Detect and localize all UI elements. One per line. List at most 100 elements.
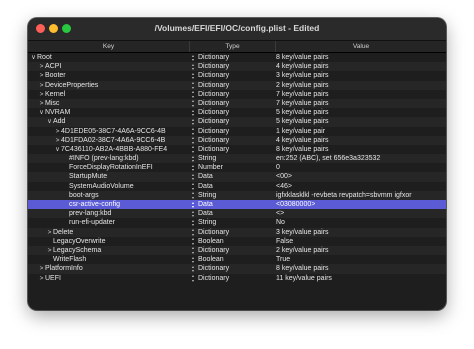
type-cell[interactable]: ▲▼ Boolean [190,237,274,246]
value-cell[interactable]: 8 key/value pairs [276,145,446,154]
table-row[interactable]: ∨7C436110-AB2A-4BBB-A880-FE4 ▲▼ Dictionary… [28,145,446,154]
key-cell[interactable]: > PlatformInfo [28,264,198,273]
key-cell[interactable]: ∨NVRAM [28,108,198,117]
key-cell[interactable]: > LegacySchema [28,246,206,255]
key-cell[interactable]: >4D1FDA02-38C7-4A6A-9CC6-4B [28,136,214,145]
key-cell[interactable]: >4D1EDE05-38C7-4A6A-9CC6-4B [28,127,214,136]
chevron-down-icon[interactable]: ∨ [46,117,53,126]
chevron-right-icon[interactable]: > [54,127,61,136]
table-row[interactable]: >4D1FDA02-38C7-4A6A-9CC6-4B ▲▼ Dictionary 4… [28,135,446,145]
table-row[interactable]: StartupMute ▲▼ Data <00> [28,172,446,182]
up-down-stepper-icon[interactable]: ▲▼ [190,72,196,81]
value-cell[interactable]: 5 key/value pairs [276,117,446,126]
table-row[interactable]: ∨Root ▲▼ Dictionary 8 key/value pairs [28,53,446,63]
type-cell[interactable]: ▲▼ Dictionary [190,81,274,90]
up-down-stepper-icon[interactable]: ▲▼ [190,99,196,108]
up-down-stepper-icon[interactable]: ▲▼ [190,191,196,200]
value-cell[interactable]: 0 [276,163,446,172]
type-cell[interactable]: ▲▼ Dictionary [190,264,274,274]
type-cell[interactable]: ▲▼ String [190,154,274,164]
up-down-stepper-icon[interactable]: ▲▼ [190,155,196,164]
value-cell[interactable]: 7 key/value pairs [276,99,446,108]
type-cell[interactable]: ▲▼ Dictionary [190,127,274,136]
table-row[interactable]: > Delete ▲▼ Dictionary 3 key/value pairs [28,227,446,237]
up-down-stepper-icon[interactable]: ▲▼ [190,118,196,127]
type-cell[interactable]: ▲▼ Data [190,172,274,182]
key-cell[interactable]: > Misc [28,99,198,108]
type-cell[interactable]: ▲▼ String [190,218,274,228]
type-cell[interactable]: ▲▼ Boolean [190,255,274,265]
type-cell[interactable]: ▲▼ Dictionary [190,228,274,237]
key-cell[interactable]: ∨Add [28,117,206,126]
value-cell[interactable]: 1 key/value pair [276,127,446,136]
chevron-down-icon[interactable]: ∨ [30,53,37,62]
value-cell[interactable]: 2 key/value pairs [276,246,446,255]
value-cell[interactable]: 2 key/value pairs [276,81,446,90]
type-cell[interactable]: ▲▼ Dictionary [190,108,274,118]
type-cell[interactable]: ▲▼ Number [190,163,274,173]
chevron-down-icon[interactable]: ∨ [38,108,45,117]
type-cell[interactable]: ▲▼ Dictionary [190,62,274,72]
table-row[interactable]: SystemAudioVolume ▲▼ Data <46> [28,182,446,191]
value-cell[interactable]: 4 key/value pairs [276,62,446,71]
chevron-down-icon[interactable]: ∨ [54,145,61,154]
chevron-right-icon[interactable]: > [46,246,53,255]
up-down-stepper-icon[interactable]: ▲▼ [190,237,196,246]
up-down-stepper-icon[interactable]: ▲▼ [190,63,196,72]
value-cell[interactable]: igfxklasklkl -revbeta revpatch=sbvmm igf… [276,191,446,200]
table-row[interactable]: > ACPI ▲▼ Dictionary 4 key/value pairs [28,62,446,72]
table-row[interactable]: > Misc ▲▼ Dictionary 7 key/value pairs [28,98,446,109]
key-cell[interactable]: ∨Root [28,53,190,62]
value-cell[interactable]: 11 key/value pairs [276,274,446,283]
type-cell[interactable]: ▲▼ Dictionary [190,53,274,63]
type-cell[interactable]: ▲▼ Dictionary [190,246,274,255]
key-cell[interactable]: LegacyOverwrite [28,237,206,246]
key-cell[interactable]: > Booter [28,71,198,80]
value-cell[interactable]: <03080000> [276,200,446,209]
type-cell[interactable]: ▲▼ Dictionary [190,145,274,154]
chevron-right-icon[interactable]: > [54,136,61,145]
key-cell[interactable]: > ACPI [28,62,198,71]
table-row[interactable]: > Kernel ▲▼ Dictionary 7 key/value pairs [28,90,446,99]
up-down-stepper-icon[interactable]: ▲▼ [190,173,196,182]
up-down-stepper-icon[interactable]: ▲▼ [190,219,196,228]
value-cell[interactable]: 3 key/value pairs [276,71,446,80]
type-cell[interactable]: ▲▼ Data [190,209,274,219]
value-cell[interactable]: <> [276,209,446,218]
chevron-right-icon[interactable]: > [38,90,45,99]
up-down-stepper-icon[interactable]: ▲▼ [190,164,196,173]
key-cell[interactable]: > DeviceProperties [28,81,198,90]
table-row[interactable]: run-efi-updater ▲▼ String No [28,218,446,228]
column-header-type[interactable]: Type [190,41,276,52]
value-cell[interactable]: 8 key/value pairs [276,53,446,62]
table-row[interactable]: boot-args ▲▼ String igfxklasklkl -revbeta r… [28,190,446,200]
up-down-stepper-icon[interactable]: ▲▼ [190,127,196,136]
table-row[interactable]: prev-lang:kbd ▲▼ Data <> [28,209,446,219]
chevron-right-icon[interactable]: > [38,62,45,71]
value-cell[interactable]: 8 key/value pairs [276,264,446,273]
value-cell[interactable]: False [276,237,446,246]
type-cell[interactable]: ▲▼ Dictionary [190,90,274,99]
table-row[interactable]: > DeviceProperties ▲▼ Dictionary 2 key/value… [28,80,446,90]
type-cell[interactable]: ▲▼ Dictionary [190,274,274,283]
column-header-value[interactable]: Value [276,41,446,52]
type-cell[interactable]: ▲▼ Dictionary [190,71,274,81]
type-cell[interactable]: ▲▼ Dictionary [190,117,274,127]
table-row[interactable]: ∨NVRAM ▲▼ Dictionary 5 key/value pairs [28,108,446,118]
type-cell[interactable]: ▲▼ Dictionary [190,136,274,145]
key-cell[interactable]: > UEFI [28,274,198,283]
table-row[interactable]: #INFO (prev-lang:kbd) ▲▼ String en:252 (ABC… [28,154,446,164]
value-cell[interactable]: 4 key/value pairs [276,136,446,145]
up-down-stepper-icon[interactable]: ▲▼ [190,256,196,265]
up-down-stepper-icon[interactable]: ▲▼ [190,145,196,154]
table-row[interactable]: > PlatformInfo ▲▼ Dictionary 8 key/value pai… [28,264,446,274]
value-cell[interactable]: <46> [276,182,446,191]
table-row[interactable]: > Booter ▲▼ Dictionary 3 key/value pairs [28,71,446,81]
type-cell[interactable]: ▲▼ String [190,191,274,200]
up-down-stepper-icon[interactable]: ▲▼ [190,265,196,274]
type-cell[interactable]: ▲▼ Dictionary [190,99,274,108]
column-header-key[interactable]: Key [28,41,190,52]
up-down-stepper-icon[interactable]: ▲▼ [190,201,196,210]
table-row[interactable]: WriteFlash ▲▼ Boolean True [28,255,446,265]
up-down-stepper-icon[interactable]: ▲▼ [190,54,196,63]
